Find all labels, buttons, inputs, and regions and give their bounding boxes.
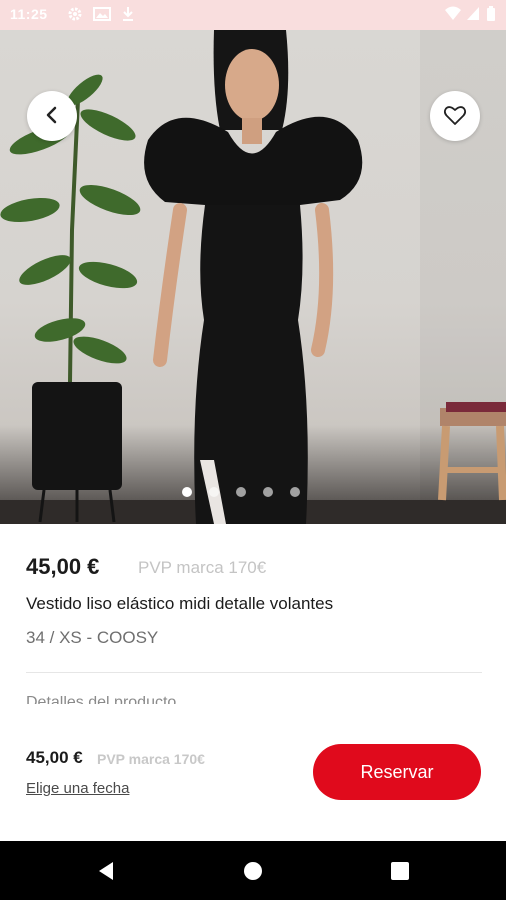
pagination-dot[interactable]	[263, 487, 273, 497]
status-bar: 11:25	[0, 0, 506, 30]
product-price: 45,00 €	[26, 554, 100, 579]
product-size-brand: 34 / XS - COOSY	[26, 628, 159, 647]
signal-icon	[466, 6, 480, 25]
wifi-icon	[444, 6, 462, 25]
bottom-pvp: PVP marca 170€	[97, 751, 205, 767]
pagination-dot[interactable]	[209, 487, 219, 497]
chevron-left-icon	[44, 106, 60, 127]
favorite-button[interactable]	[430, 91, 480, 141]
divider	[26, 672, 482, 673]
pagination-dot[interactable]	[236, 487, 246, 497]
bottom-price: 45,00 €	[26, 748, 83, 767]
dress-photo	[0, 30, 506, 524]
choose-date-link[interactable]: Elige una fecha	[26, 780, 129, 797]
gallery-pagination	[0, 484, 506, 500]
nav-recents-icon[interactable]	[388, 859, 412, 883]
heart-outline-icon	[443, 104, 467, 129]
status-time: 11:25	[10, 6, 48, 22]
image-icon	[93, 6, 111, 25]
product-title: Vestido liso elástico midi detalle volan…	[26, 594, 334, 613]
system-nav-bar	[0, 841, 506, 900]
nav-home-icon[interactable]	[241, 859, 265, 883]
reserve-button[interactable]: Reservar	[313, 744, 481, 800]
back-button[interactable]	[27, 91, 77, 141]
pagination-dot[interactable]	[182, 487, 192, 497]
download-icon	[121, 6, 135, 25]
battery-icon	[486, 6, 496, 25]
pagination-dot[interactable]	[290, 487, 300, 497]
product-image[interactable]	[0, 30, 506, 524]
product-pvp: PVP marca 170€	[138, 558, 267, 577]
section-peek-label: Detalles del producto	[26, 696, 206, 704]
settings-icon	[67, 6, 83, 25]
nav-back-icon[interactable]	[94, 859, 118, 883]
section-peek: Detalles del producto	[26, 696, 206, 704]
